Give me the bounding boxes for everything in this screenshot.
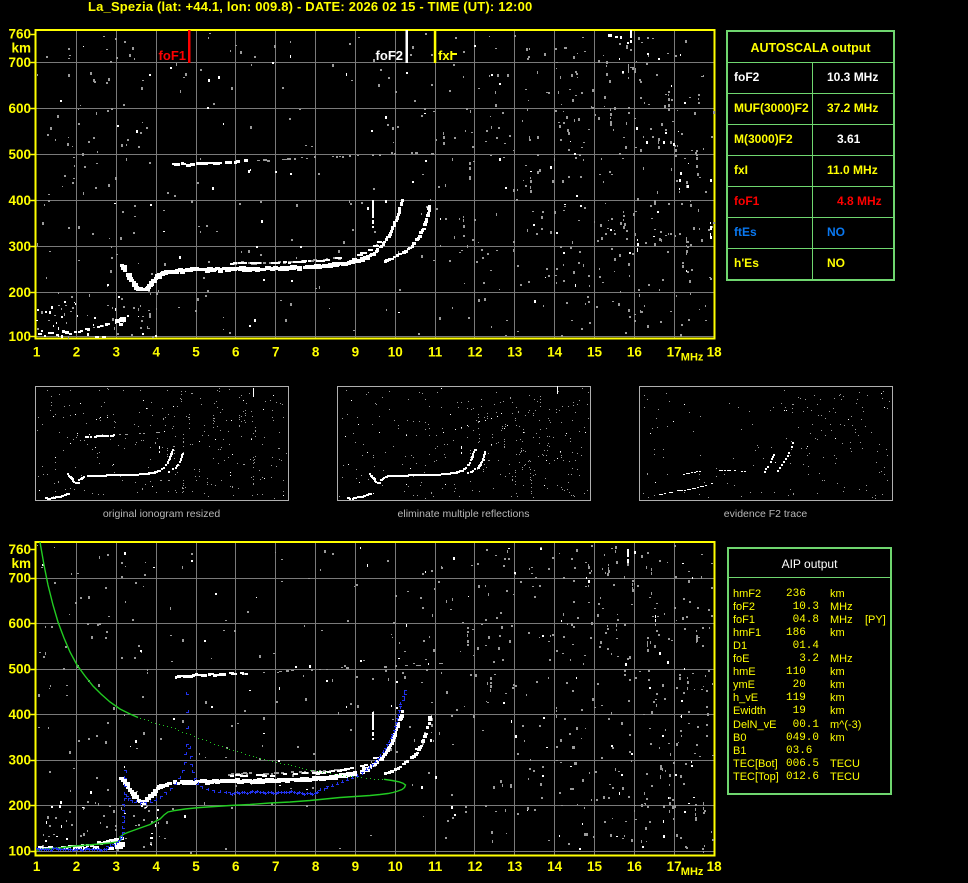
svg-text:evidence F2 trace: evidence F2 trace <box>724 508 808 520</box>
svg-text:4: 4 <box>152 859 160 874</box>
svg-text:2: 2 <box>73 859 81 874</box>
svg-text:3: 3 <box>113 345 121 360</box>
svg-text:11: 11 <box>428 859 443 874</box>
svg-text:12: 12 <box>467 345 482 360</box>
svg-text:fxI: fxI <box>438 48 453 63</box>
svg-text:760: 760 <box>8 542 31 557</box>
svg-text:600: 600 <box>8 616 31 631</box>
svg-text:MHz: MHz <box>681 866 704 878</box>
svg-text:7: 7 <box>272 859 280 874</box>
svg-text:18: 18 <box>707 345 723 360</box>
svg-text:300: 300 <box>8 239 31 254</box>
svg-text:8: 8 <box>312 345 320 360</box>
svg-text:760: 760 <box>8 27 31 42</box>
svg-text:600: 600 <box>8 101 31 116</box>
svg-text:10: 10 <box>388 859 403 874</box>
svg-text:10: 10 <box>388 345 403 360</box>
svg-text:11: 11 <box>428 345 443 360</box>
svg-text:MHz: MHz <box>681 352 704 364</box>
svg-text:17: 17 <box>667 859 682 874</box>
svg-text:18: 18 <box>707 859 723 874</box>
svg-text:2: 2 <box>73 345 81 360</box>
svg-text:400: 400 <box>8 707 31 722</box>
svg-text:500: 500 <box>8 147 31 162</box>
svg-text:16: 16 <box>627 859 643 874</box>
svg-text:300: 300 <box>8 753 31 768</box>
svg-text:km: km <box>11 556 31 571</box>
svg-text:13: 13 <box>507 859 523 874</box>
svg-text:foF1: foF1 <box>159 48 186 63</box>
svg-text:7: 7 <box>272 345 280 360</box>
svg-text:17: 17 <box>667 345 682 360</box>
svg-text:100: 100 <box>8 844 31 859</box>
svg-text:15: 15 <box>587 859 603 874</box>
svg-text:1: 1 <box>33 345 41 360</box>
svg-text:12: 12 <box>467 859 482 874</box>
svg-text:6: 6 <box>232 859 240 874</box>
svg-text:200: 200 <box>8 285 31 300</box>
svg-text:eliminate multiple reflections: eliminate multiple reflections <box>398 508 530 520</box>
svg-text:5: 5 <box>192 345 200 360</box>
svg-text:13: 13 <box>507 345 523 360</box>
svg-text:5: 5 <box>192 859 200 874</box>
svg-text:400: 400 <box>8 193 31 208</box>
svg-text:km: km <box>11 41 31 56</box>
svg-text:200: 200 <box>8 798 31 813</box>
svg-text:foF2: foF2 <box>376 48 403 63</box>
svg-text:14: 14 <box>547 345 563 360</box>
svg-text:9: 9 <box>352 345 360 360</box>
svg-text:8: 8 <box>312 859 320 874</box>
svg-text:6: 6 <box>232 345 240 360</box>
svg-text:4: 4 <box>152 345 160 360</box>
svg-text:original ionogram resized: original ionogram resized <box>103 508 220 520</box>
svg-text:1: 1 <box>33 859 41 874</box>
svg-text:16: 16 <box>627 345 643 360</box>
svg-text:500: 500 <box>8 662 31 677</box>
svg-text:14: 14 <box>547 859 563 874</box>
svg-text:15: 15 <box>587 345 603 360</box>
svg-text:700: 700 <box>8 55 31 70</box>
svg-text:100: 100 <box>8 329 31 344</box>
svg-text:9: 9 <box>352 859 360 874</box>
svg-text:700: 700 <box>8 571 31 586</box>
svg-text:3: 3 <box>113 859 121 874</box>
